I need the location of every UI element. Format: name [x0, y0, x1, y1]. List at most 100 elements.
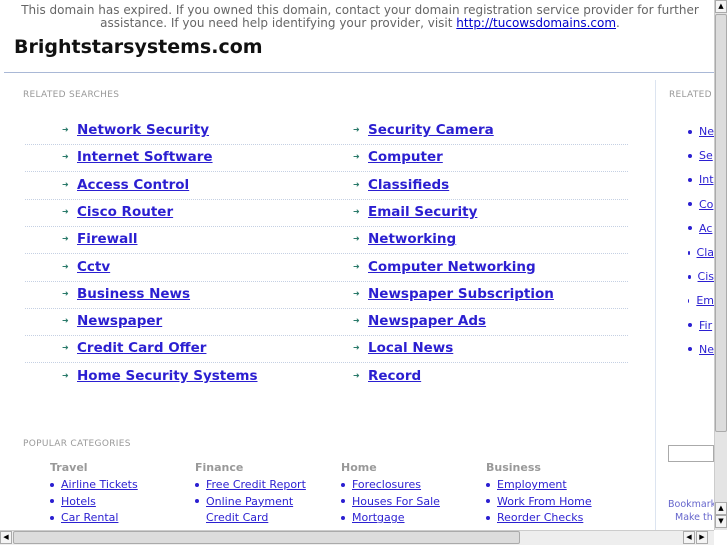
related-search-link[interactable]: Email Security — [368, 204, 477, 220]
sidebar-item[interactable]: Se — [688, 149, 714, 162]
related-search-link[interactable]: Classifieds — [368, 177, 449, 193]
category-item[interactable]: Reorder Checks — [486, 511, 583, 524]
category-item[interactable]: Work From Home — [486, 495, 592, 508]
sidebar-link[interactable]: Cis — [698, 270, 714, 283]
scroll-down-button[interactable]: ▼ — [715, 515, 727, 528]
sidebar-item[interactable]: Ne — [688, 343, 714, 356]
related-search-link[interactable]: Cisco Router — [77, 204, 173, 220]
related-search-item[interactable]: ➜ Business News — [62, 286, 190, 302]
tucows-link[interactable]: http://tucowsdomains.com — [456, 16, 616, 30]
sidebar-link[interactable]: Co — [699, 198, 713, 211]
sidebar-item[interactable]: Cla — [688, 246, 714, 259]
related-search-item[interactable]: ➜ Security Camera — [353, 122, 494, 138]
sidebar-link[interactable]: Em — [696, 294, 714, 307]
related-search-item[interactable]: ➜ Classifieds — [353, 177, 449, 193]
related-search-link[interactable]: Cctv — [77, 259, 110, 275]
sidebar-link[interactable]: Ne — [699, 125, 714, 138]
category-link[interactable]: Mortgage — [352, 511, 405, 524]
category-link[interactable]: Airline Tickets — [61, 478, 138, 491]
related-search-link[interactable]: Credit Card Offer — [77, 340, 206, 356]
related-search-link[interactable]: Record — [368, 368, 421, 384]
sidebar-item[interactable]: Em — [688, 294, 714, 307]
sidebar-search-input[interactable] — [668, 445, 714, 462]
related-search-link[interactable]: Business News — [77, 286, 190, 302]
sidebar-link[interactable]: Cla — [697, 246, 714, 259]
category-link[interactable]: Online Payment — [206, 495, 293, 508]
category-link[interactable]: Foreclosures — [352, 478, 421, 491]
related-search-item[interactable]: ➜ Email Security — [353, 204, 477, 220]
arrow-icon: ➜ — [353, 261, 360, 271]
related-search-link[interactable]: Newspaper Subscription — [368, 286, 554, 302]
vertical-scrollbar[interactable]: ▲ ▲ ▼ — [714, 0, 727, 530]
related-search-item[interactable]: ➜ Networking — [353, 231, 456, 247]
category-link[interactable]: Hotels — [61, 495, 96, 508]
related-search-item[interactable]: ➜ Computer — [353, 149, 443, 165]
related-search-item[interactable]: ➜ Credit Card Offer — [62, 340, 206, 356]
category-link[interactable]: Car Rental — [61, 511, 118, 524]
related-search-link[interactable]: Newspaper Ads — [368, 313, 486, 329]
sidebar-link[interactable]: Ac — [699, 222, 712, 235]
make-homepage-link[interactable]: Make th — [675, 512, 713, 523]
related-search-item[interactable]: ➜ Cctv — [62, 259, 110, 275]
category-link[interactable]: Credit Card — [206, 511, 268, 524]
scroll-left-button-2[interactable]: ◀ — [683, 531, 695, 544]
related-search-item[interactable]: ➜ Record — [353, 368, 421, 384]
related-searches-label: RELATED SEARCHES — [23, 90, 120, 100]
related-search-item[interactable]: ➜ Computer Networking — [353, 259, 536, 275]
category-item[interactable]: Houses For Sale — [341, 495, 440, 508]
category-item[interactable]: Free Credit Report — [195, 478, 306, 491]
sidebar-item[interactable]: Int — [688, 173, 714, 186]
related-search-item[interactable]: ➜ Firewall — [62, 231, 138, 247]
related-search-item[interactable]: ➜ Cisco Router — [62, 204, 173, 220]
sidebar-link[interactable]: Se — [699, 149, 713, 162]
related-search-item[interactable]: ➜ Newspaper — [62, 313, 162, 329]
category-item[interactable]: Airline Tickets — [50, 478, 138, 491]
category-item[interactable]: Car Rental — [50, 511, 118, 524]
scroll-up-button-2[interactable]: ▲ — [715, 502, 727, 515]
scroll-right-button[interactable]: ▶ — [696, 531, 708, 544]
related-search-item[interactable]: ➜ Newspaper Ads — [353, 313, 486, 329]
related-search-link[interactable]: Networking — [368, 231, 456, 247]
related-search-link[interactable]: Firewall — [77, 231, 138, 247]
category-link[interactable]: Free Credit Report — [206, 478, 306, 491]
related-search-link[interactable]: Internet Software — [77, 149, 213, 165]
related-search-link[interactable]: Security Camera — [368, 122, 494, 138]
category-item[interactable]: Hotels — [50, 495, 96, 508]
related-search-link[interactable]: Home Security Systems — [77, 368, 258, 384]
related-search-item[interactable]: ➜ Local News — [353, 340, 453, 356]
related-search-link[interactable]: Local News — [368, 340, 453, 356]
sidebar-item[interactable]: Cis — [688, 270, 714, 283]
sidebar-link[interactable]: Fir — [699, 319, 712, 332]
sidebar-item[interactable]: Fir — [688, 319, 714, 332]
related-search-item[interactable]: ➜ Access Control — [62, 177, 189, 193]
related-search-item[interactable]: ➜ Newspaper Subscription — [353, 286, 554, 302]
sidebar-item[interactable]: Ac — [688, 222, 714, 235]
category-item[interactable]: Credit Card — [195, 511, 268, 524]
scroll-left-button[interactable]: ◀ — [0, 531, 12, 544]
horizontal-scroll-thumb[interactable] — [13, 531, 520, 544]
bookmark-link[interactable]: Bookmark — [668, 499, 716, 510]
related-search-link[interactable]: Newspaper — [77, 313, 162, 329]
horizontal-scrollbar[interactable]: ◀ ◀ ▶ — [0, 530, 714, 545]
category-link[interactable]: Work From Home — [497, 495, 592, 508]
related-search-item[interactable]: ➜ Internet Software — [62, 149, 213, 165]
related-search-item[interactable]: ➜ Home Security Systems — [62, 368, 258, 384]
category-item[interactable]: Employment — [486, 478, 567, 491]
related-search-link[interactable]: Computer Networking — [368, 259, 536, 275]
category-item[interactable]: Mortgage — [341, 511, 405, 524]
related-search-link[interactable]: Computer — [368, 149, 443, 165]
related-search-link[interactable]: Network Security — [77, 122, 209, 138]
vertical-scroll-thumb[interactable] — [715, 14, 727, 432]
category-link[interactable]: Houses For Sale — [352, 495, 440, 508]
sidebar-link[interactable]: Ne — [699, 343, 714, 356]
sidebar-link[interactable]: Int — [699, 173, 714, 186]
sidebar-item[interactable]: Co — [688, 198, 714, 211]
related-search-item[interactable]: ➜ Network Security — [62, 122, 209, 138]
related-search-link[interactable]: Access Control — [77, 177, 189, 193]
category-link[interactable]: Reorder Checks — [497, 511, 583, 524]
category-item[interactable]: Foreclosures — [341, 478, 421, 491]
sidebar-item[interactable]: Ne — [688, 125, 714, 138]
category-link[interactable]: Employment — [497, 478, 567, 491]
category-item[interactable]: Online Payment — [195, 495, 293, 508]
scroll-up-button[interactable]: ▲ — [715, 0, 727, 13]
